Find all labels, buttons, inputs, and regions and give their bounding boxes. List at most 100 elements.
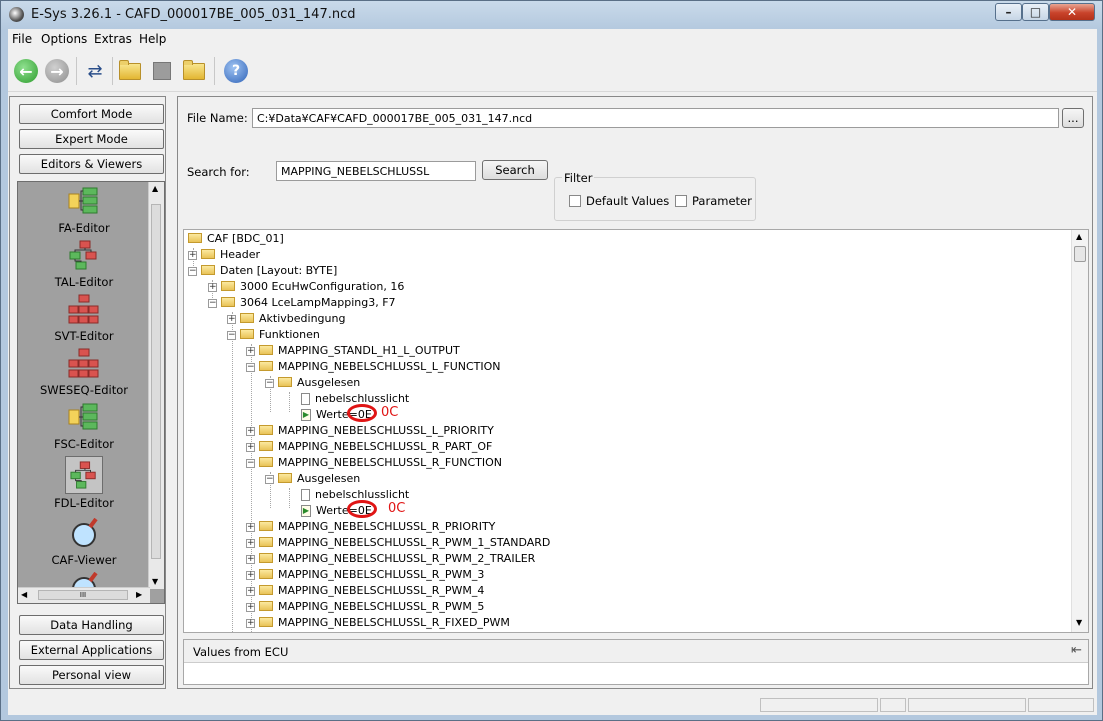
forward-button[interactable]: → (43, 57, 71, 85)
status-segment (760, 698, 878, 712)
tree-node-function[interactable]: + MAPPING_NEBELSCHLUSSL_R_PWM_1_STANDARD (246, 535, 550, 550)
svt-editor-item[interactable]: SVT-Editor (18, 294, 150, 343)
tree-node-function[interactable]: + MAPPING_NEBELSCHLUSSL_L_PRIORITY (246, 423, 494, 438)
tree-line (289, 488, 290, 508)
tree-node-header[interactable]: + Header (188, 247, 260, 262)
expert-mode-button[interactable]: Expert Mode (19, 129, 164, 149)
tal-editor-item[interactable]: TAL-Editor (18, 240, 150, 289)
tree-node-3000[interactable]: +3000 EcuHwConfiguration, 16 (208, 279, 404, 294)
maximize-button[interactable]: □ (1022, 3, 1049, 21)
expand-icon[interactable]: + (246, 570, 255, 580)
window-title: E-Sys 3.26.1 - CAFD_000017BE_005_031_147… (31, 7, 356, 22)
save-button[interactable] (148, 57, 176, 85)
comfort-mode-button[interactable]: Comfort Mode (19, 104, 164, 124)
tree-node-3064[interactable]: − 3064 LceLampMapping3, F7 (208, 295, 396, 310)
back-button[interactable]: ← (12, 57, 40, 85)
collapse-icon[interactable]: − (246, 362, 255, 372)
save-disk-icon (153, 62, 171, 80)
folder-icon (259, 553, 273, 563)
scroll-up-icon[interactable]: ▲ (152, 184, 158, 193)
close-button[interactable]: ✕ (1049, 3, 1095, 21)
file-name-field[interactable]: C:¥Data¥CAF¥CAFD_000017BE_005_031_147.nc… (252, 108, 1059, 128)
collapse-icon[interactable]: − (265, 378, 274, 388)
browse-button[interactable]: ... (1062, 108, 1084, 128)
collapse-icon[interactable]: − (265, 474, 274, 484)
data-handling-button[interactable]: Data Handling (19, 615, 164, 635)
folder-icon (259, 537, 273, 547)
folder-icon (259, 601, 273, 611)
expand-icon[interactable]: + (246, 554, 255, 564)
expand-icon[interactable]: + (188, 250, 197, 260)
tree-node-function[interactable]: − MAPPING_NEBELSCHLUSSL_L_FUNCTION (246, 359, 501, 374)
menu-extras[interactable]: Extras (94, 32, 132, 46)
help-button[interactable]: ? (222, 57, 250, 85)
external-applications-button[interactable]: External Applications (19, 640, 164, 660)
expand-icon[interactable]: + (246, 522, 255, 532)
expand-icon[interactable]: + (246, 538, 255, 548)
tree-node-aktivbedingung[interactable]: + Aktivbedingung (227, 311, 345, 326)
hscroll-thumb[interactable]: III (38, 590, 128, 600)
editors-horizontal-scrollbar[interactable]: ◀ III ▶ (18, 587, 150, 603)
scroll-left-icon[interactable]: ◀ (21, 590, 27, 599)
caf-tree-view[interactable]: CAF [BDC_01] + Header − Daten [Layout: BYT… (183, 229, 1089, 633)
tree-node-function[interactable]: + MAPPING_STANDL_H1_L_OUTPUT (246, 343, 460, 358)
collapse-icon[interactable]: − (227, 330, 236, 340)
export-button[interactable] (180, 57, 208, 85)
scroll-down-icon[interactable]: ▼ (1076, 618, 1082, 627)
tree-node-ausgelesen[interactable]: − Ausgelesen (265, 471, 360, 486)
default-values-checkbox[interactable] (569, 195, 581, 207)
sweseq-editor-item[interactable]: SWESEQ-Editor (18, 348, 150, 397)
collapse-icon[interactable]: − (208, 298, 217, 308)
menu-file[interactable]: File (12, 32, 32, 46)
scroll-down-icon[interactable]: ▼ (152, 577, 158, 586)
open-folder-icon (278, 377, 292, 387)
tree-node-function[interactable]: + MAPPING_NEBELSCHLUSSL_R_PWM_5 (246, 599, 484, 614)
folder-icon (259, 345, 273, 355)
expand-icon[interactable]: + (246, 426, 255, 436)
collapse-icon[interactable]: − (188, 266, 197, 276)
open-button[interactable] (116, 57, 144, 85)
fsc-editor-item[interactable]: FSC-Editor (18, 402, 150, 451)
personal-view-button[interactable]: Personal view (19, 665, 164, 685)
status-segment (1028, 698, 1094, 712)
fdl-editor-item[interactable]: FDL-Editor (18, 456, 150, 510)
scroll-up-icon[interactable]: ▲ (1076, 232, 1082, 241)
tree-node-daten[interactable]: − Daten [Layout: BYTE] (188, 263, 337, 278)
menu-options[interactable]: Options (41, 32, 87, 46)
dock-icon[interactable]: ⇤ (1071, 643, 1082, 658)
search-button[interactable]: Search (482, 160, 548, 180)
menu-help[interactable]: Help (139, 32, 166, 46)
tree-node-function[interactable]: − MAPPING_NEBELSCHLUSSL_R_FUNCTION (246, 455, 502, 470)
editors-vertical-scrollbar[interactable]: ▲ ▼ (148, 182, 164, 589)
fdl-editor-selected-frame (65, 456, 103, 494)
expand-icon[interactable]: + (246, 346, 255, 356)
tree-vertical-scrollbar[interactable]: ▲ ▼ (1071, 230, 1088, 632)
tree-node-funktionen[interactable]: − Funktionen (227, 327, 320, 342)
tree-node-function[interactable]: + MAPPING_NEBELSCHLUSSL_R_PRIORITY (246, 519, 495, 534)
minimize-button[interactable]: – (995, 3, 1022, 21)
scroll-thumb[interactable] (1074, 246, 1086, 262)
parameter-checkbox[interactable] (675, 195, 687, 207)
expand-icon[interactable]: + (208, 282, 217, 292)
tree-node-function[interactable]: + MAPPING_NEBELSCHLUSSL_R_PART_OF (246, 439, 492, 454)
fa-editor-icon (68, 187, 98, 214)
scroll-right-icon[interactable]: ▶ (136, 590, 142, 599)
expand-icon[interactable]: + (246, 602, 255, 612)
expand-icon[interactable]: + (246, 618, 255, 628)
tree-node-function[interactable]: + MAPPING_NEBELSCHLUSSL_R_PWM_2_TRAILER (246, 551, 535, 566)
editors-viewers-button[interactable]: Editors & Viewers (19, 154, 164, 174)
tree-node-root[interactable]: CAF [BDC_01] (188, 231, 284, 246)
connect-button[interactable]: ⇄ (81, 57, 109, 85)
expand-icon[interactable]: + (246, 442, 255, 452)
scroll-thumb[interactable] (151, 204, 161, 559)
search-input[interactable]: MAPPING_NEBELSCHLUSSL (276, 161, 476, 181)
expand-icon[interactable]: + (227, 314, 236, 324)
caf-viewer-item[interactable]: CAF-Viewer (18, 517, 150, 567)
collapse-icon[interactable]: − (246, 458, 255, 468)
fa-editor-item[interactable]: FA-Editor (18, 186, 150, 235)
tree-node-function[interactable]: + MAPPING_NEBELSCHLUSSL_R_PWM_3 (246, 567, 484, 582)
tree-node-ausgelesen[interactable]: − Ausgelesen (265, 375, 360, 390)
expand-icon[interactable]: + (246, 586, 255, 596)
tree-node-function[interactable]: + MAPPING_NEBELSCHLUSSL_R_PWM_4 (246, 583, 484, 598)
tree-node-function[interactable]: + MAPPING_NEBELSCHLUSSL_R_FIXED_PWM (246, 615, 510, 630)
